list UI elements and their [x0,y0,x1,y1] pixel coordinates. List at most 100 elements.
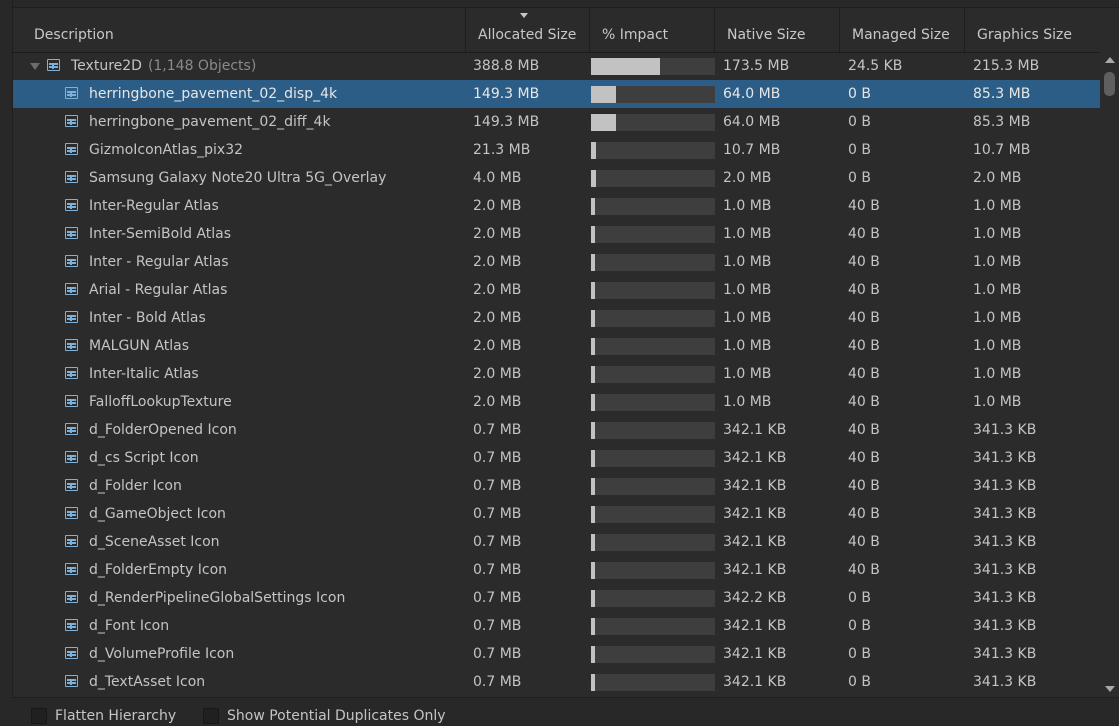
texture2d-icon [65,535,78,547]
scroll-down-arrow-icon[interactable] [1105,686,1115,692]
name-cell: Inter-SemiBold Atlas [13,220,465,248]
flatten-hierarchy-toggle[interactable]: Flatten Hierarchy [31,707,176,725]
graphics-size: 341.3 KB [973,646,1037,662]
managed-size: 40 B [848,422,880,438]
managed-size: 40 B [848,338,880,354]
allocated-size: 4.0 MB [473,170,522,186]
table-row[interactable]: Inter - Bold Atlas 2.0 MB 1.0 MB 40 B 1.0 MB [13,304,1119,332]
texture2d-icon [65,451,78,463]
name-cell: d_FolderEmpty Icon [13,556,465,584]
impact-bar-track [591,142,715,159]
table-row[interactable]: d_TextAsset Icon 0.7 MB 342.1 KB 0 B 341.3 K… [13,668,1119,696]
impact-bar-fill [591,170,596,187]
managed-size: 40 B [848,310,880,326]
show-duplicates-toggle[interactable]: Show Potential Duplicates Only [203,707,446,725]
native-size: 1.0 MB [723,338,772,354]
column-header-managed-size[interactable]: Managed Size [839,8,964,52]
impact-bar-fill [591,450,595,467]
object-name: FalloffLookupTexture [89,394,232,410]
impact-bar [591,304,715,332]
allocated-size: 0.7 MB [473,618,522,634]
object-name: d_TextAsset Icon [89,674,206,690]
group-count: (1,148 Objects) [147,58,257,74]
scroll-up-arrow-icon[interactable] [1105,57,1115,63]
table-row[interactable]: herringbone_pavement_02_diff_4k 149.3 MB 6… [13,108,1119,136]
allocated-size: 149.3 MB [473,114,540,130]
name-cell: d_RenderPipelineGlobalSettings Icon [13,584,465,612]
texture2d-icon [65,507,78,519]
managed-size: 40 B [848,534,880,550]
graphics-size: 341.3 KB [973,618,1037,634]
managed-size: 40 B [848,366,880,382]
scroll-thumb[interactable] [1104,72,1115,96]
table-row[interactable]: d_VolumeProfile Icon 0.7 MB 342.1 KB 0 B 341… [13,640,1119,668]
flatten-hierarchy-checkbox[interactable] [31,708,47,724]
column-header-allocated-size[interactable]: Allocated Size [465,8,589,52]
table-row[interactable]: MALGUN Atlas 2.0 MB 1.0 MB 40 B 1.0 MB [13,332,1119,360]
show-duplicates-checkbox[interactable] [203,708,219,724]
object-name: Inter-Regular Atlas [89,198,219,214]
object-name: GizmoIconAtlas_pix32 [89,142,244,158]
table-row[interactable]: Arial - Regular Atlas 2.0 MB 1.0 MB 40 B 1.0… [13,276,1119,304]
native-size: 1.0 MB [723,254,772,270]
native-size: 342.1 KB [723,506,787,522]
column-header-native-size[interactable]: Native Size [714,8,839,52]
table-body: Texture2D (1,148 Objects) 388.8 MB 173.5 … [13,52,1119,696]
group-row-texture2d[interactable]: Texture2D (1,148 Objects) 388.8 MB 173.5 … [13,52,1119,80]
table-row[interactable]: d_Font Icon 0.7 MB 342.1 KB 0 B 341.3 KB [13,612,1119,640]
name-cell: d_VolumeProfile Icon [13,640,465,668]
group-managed-size: 24.5 KB [848,58,903,74]
name-cell: d_cs Script Icon [13,444,465,472]
object-name: Inter - Regular Atlas [89,254,229,270]
table-row[interactable]: Inter-SemiBold Atlas 2.0 MB 1.0 MB 40 B 1.0 … [13,220,1119,248]
table-row[interactable]: Samsung Galaxy Note20 Ultra 5G_Overlay 4.… [13,164,1119,192]
texture2d-icon [65,395,78,407]
graphics-size: 341.3 KB [973,590,1037,606]
table-row[interactable]: Inter-Italic Atlas 2.0 MB 1.0 MB 40 B 1.0 MB [13,360,1119,388]
group-native-size: 173.5 MB [723,58,790,74]
impact-bar [591,668,715,696]
table-row[interactable]: d_cs Script Icon 0.7 MB 342.1 KB 40 B 341.3 … [13,444,1119,472]
name-cell: MALGUN Atlas [13,332,465,360]
impact-bar-track [591,226,715,243]
vertical-scrollbar[interactable] [1100,52,1119,697]
graphics-size: 341.3 KB [973,450,1037,466]
native-size: 10.7 MB [723,142,781,158]
column-header-impact[interactable]: % Impact [589,8,714,52]
managed-size: 40 B [848,254,880,270]
allocated-size: 21.3 MB [473,142,531,158]
table-row[interactable]: FalloffLookupTexture 2.0 MB 1.0 MB 40 B 1.0 … [13,388,1119,416]
table-row[interactable]: Inter - Regular Atlas 2.0 MB 1.0 MB 40 B 1.0… [13,248,1119,276]
table-row[interactable]: herringbone_pavement_02_disp_4k 149.3 MB 6… [13,80,1119,108]
impact-bar-track [591,254,715,271]
table-row[interactable]: d_FolderOpened Icon 0.7 MB 342.1 KB 40 B 341… [13,416,1119,444]
table-row[interactable]: d_SceneAsset Icon 0.7 MB 342.1 KB 40 B 341.3… [13,528,1119,556]
native-size: 342.1 KB [723,478,787,494]
name-cell: herringbone_pavement_02_diff_4k [13,108,465,136]
object-name: d_FolderEmpty Icon [89,562,228,578]
impact-bar-track [591,114,715,131]
graphics-size: 341.3 KB [973,422,1037,438]
expand-arrow-icon[interactable] [30,63,40,70]
texture2d-icon [65,563,78,575]
table-row[interactable]: Inter-Regular Atlas 2.0 MB 1.0 MB 40 B 1.0 M… [13,192,1119,220]
impact-bar-track [591,338,715,355]
name-cell: d_FolderOpened Icon [13,416,465,444]
table-row[interactable]: d_Folder Icon 0.7 MB 342.1 KB 40 B 341.3 KB [13,472,1119,500]
table-row[interactable]: d_FolderEmpty Icon 0.7 MB 342.1 KB 40 B 341.… [13,556,1119,584]
group-name: Texture2D [71,58,142,74]
column-header-graphics-size[interactable]: Graphics Size [964,8,1088,52]
managed-size: 40 B [848,282,880,298]
table-row[interactable]: d_GameObject Icon 0.7 MB 342.1 KB 40 B 341.3… [13,500,1119,528]
graphics-size: 85.3 MB [973,114,1031,130]
texture2d-icon [65,199,78,211]
impact-bar-fill [591,366,595,383]
graphics-size: 1.0 MB [973,282,1022,298]
impact-bar-track [591,198,715,215]
name-cell: Inter-Italic Atlas [13,360,465,388]
impact-bar-track [591,450,715,467]
texture2d-icon [65,591,78,603]
table-row[interactable]: GizmoIconAtlas_pix32 21.3 MB 10.7 MB 0 B 10.… [13,136,1119,164]
column-header-description[interactable]: Description [13,8,465,52]
table-row[interactable]: d_RenderPipelineGlobalSettings Icon 0.7 M… [13,584,1119,612]
